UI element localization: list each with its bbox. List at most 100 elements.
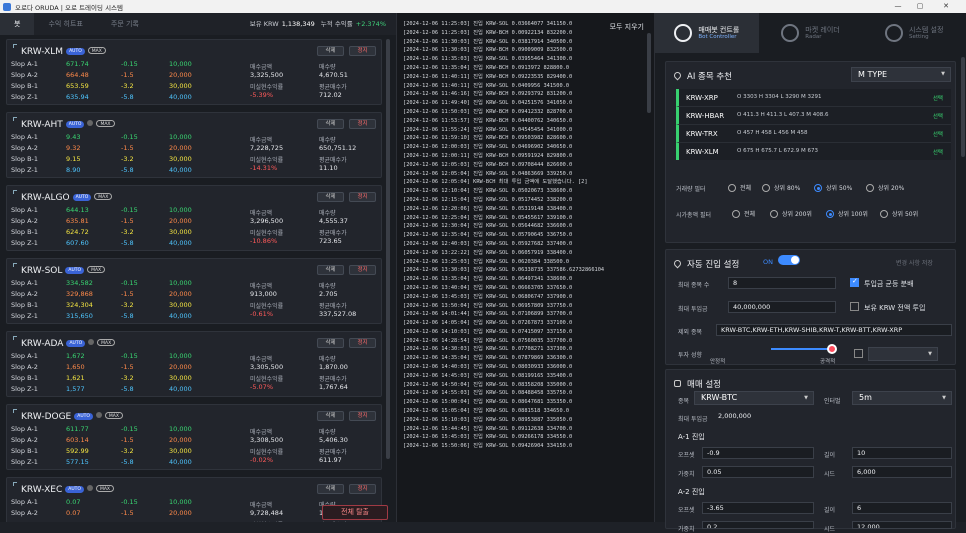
recommend-row[interactable]: KRW-HBAR O 411.3 H 411.3 L 407.3 M 408.6 선… xyxy=(676,107,951,125)
delete-button[interactable]: 삭제 xyxy=(317,484,344,494)
a1-seed-input[interactable]: 6,000 xyxy=(852,466,952,478)
recommend-row[interactable]: KRW-XRP O 3303 H 3304 L 3290 M 3291 선택 xyxy=(676,89,951,107)
filter-radio[interactable]: 상위 100위 xyxy=(826,209,868,218)
app-icon xyxy=(3,2,11,11)
tab-bot[interactable]: 봇 xyxy=(0,13,35,35)
tab-bot-controller[interactable]: 매매봇 컨트롤 Bot Controller xyxy=(655,13,759,53)
log-line: [2024-12-06 12:00:03] 진입 KRW-SOL 0.04696… xyxy=(403,144,573,151)
a2-seed-input[interactable]: 12,000 xyxy=(852,521,952,529)
filter-radio[interactable]: 전체 xyxy=(732,209,755,218)
recommend-row[interactable]: KRW-TRX O 457 H 458 L 456 M 458 선택 xyxy=(676,125,951,143)
a2-offset-input[interactable]: -3.65 xyxy=(702,502,814,514)
slop-amount: 10,000 xyxy=(169,133,192,141)
delete-button[interactable]: 삭제 xyxy=(317,46,344,56)
tendency-label: 투자 성향 xyxy=(678,352,702,359)
sell-all-button[interactable]: 전체 탈출 xyxy=(322,505,388,520)
a2-entry-title: A-2 진입 xyxy=(678,488,705,496)
tab-order-history[interactable]: 주문 기록 xyxy=(97,13,153,35)
log-line: [2024-12-06 11:35:04] 진입 KRW-BCH 0.09139… xyxy=(403,64,570,71)
filter-radio[interactable]: 상위 50% xyxy=(814,183,852,192)
slop-pct: -1.5 xyxy=(121,290,134,298)
filter-radio[interactable]: 상위 200위 xyxy=(770,209,812,218)
marketcap-filter-label: 시가총액 필터 xyxy=(676,212,712,219)
slop-pct: -5.8 xyxy=(121,239,134,247)
cards-scrollbar[interactable] xyxy=(386,39,390,459)
card-symbol-text: KRW-SOL xyxy=(21,266,63,276)
filter-radio[interactable]: 상위 20% xyxy=(866,183,904,192)
avg-price-value: 11.10 xyxy=(319,164,338,172)
delete-button[interactable]: 삭제 xyxy=(317,411,344,421)
all-krw-checkbox[interactable] xyxy=(850,302,859,311)
select-link[interactable]: 선택 xyxy=(933,130,943,138)
select-link[interactable]: 선택 xyxy=(933,94,943,102)
all-krw-label: 보유 KRW 전액 투입 xyxy=(864,304,926,312)
even-split-checkbox[interactable] xyxy=(850,277,859,287)
log-scrollbar[interactable] xyxy=(647,33,651,113)
select-link[interactable]: 선택 xyxy=(933,148,943,156)
delete-button[interactable]: 삭제 xyxy=(317,338,344,348)
log-line: [2024-12-06 12:05:04] KRW-BCH 최대 투입 금액에 … xyxy=(403,179,588,186)
slop-row: Slop B-1 9.15 -3.2 30,000 xyxy=(11,155,251,165)
auto-badge: AUTO xyxy=(65,267,85,274)
tab-profit-heatmap[interactable]: 수익 히트표 xyxy=(34,13,96,35)
filter-radio[interactable]: 전체 xyxy=(728,183,751,192)
a1-offset-input[interactable]: -0.9 xyxy=(702,447,814,459)
buy-amount-value: 9,728,484 xyxy=(250,509,284,517)
control-scrollbar[interactable] xyxy=(961,57,965,157)
log-line: [2024-12-06 11:50:03] 진입 KRW-BCH 0.09412… xyxy=(403,108,573,115)
stop-button[interactable]: 정지 xyxy=(349,119,376,129)
filter-radio[interactable]: 상위 50위 xyxy=(880,209,918,218)
a1-length-input[interactable]: 10 xyxy=(852,447,952,459)
auto-entry-toggle[interactable] xyxy=(778,255,800,265)
stop-button[interactable]: 정지 xyxy=(349,411,376,421)
slop-pct: -3.2 xyxy=(121,374,134,382)
log-line: [2024-12-06 14:50:04] 진입 KRW-SOL 0.08358… xyxy=(403,381,573,388)
slop-amount: 30,000 xyxy=(169,301,192,309)
select-link[interactable]: 선택 xyxy=(933,112,943,120)
tab-setting[interactable]: 시스템 설정 Setting xyxy=(862,13,966,53)
save-changes-hint[interactable]: 변경 사항 저장 xyxy=(896,258,933,267)
ai-type-select[interactable]: M TYPE xyxy=(851,67,951,82)
buy-amount-label: 매수금액 xyxy=(250,429,273,436)
recommend-row[interactable]: KRW-XLM O 675 H 675.7 L 672.9 M 673 선택 xyxy=(676,143,951,160)
tab-radar[interactable]: 마켓 레이더 Radar xyxy=(759,13,863,53)
maximize-button[interactable]: ▢ xyxy=(910,0,930,13)
delete-button[interactable]: 삭제 xyxy=(317,119,344,129)
stop-button[interactable]: 정지 xyxy=(349,265,376,275)
slop-price: 1,650 xyxy=(66,363,85,371)
a2-length-input[interactable]: 6 xyxy=(852,502,952,514)
slop-pct: -0.15 xyxy=(121,425,138,433)
trade-max-invest-input[interactable]: 2,000,000 xyxy=(714,411,954,423)
profit-label: 누적 수익률 xyxy=(320,20,353,28)
card-symbol: KRW-ADA AUTO MAX xyxy=(21,339,116,349)
stop-button[interactable]: 정지 xyxy=(349,192,376,202)
symbol-select[interactable]: KRW-BTC xyxy=(694,391,814,405)
minimize-button[interactable]: — xyxy=(888,0,908,13)
tendency-slider[interactable] xyxy=(771,348,831,350)
stop-button[interactable]: 정지 xyxy=(349,484,376,494)
exclude-input[interactable]: KRW-BTC,KRW-ETH,KRW-SHIB,KRW-T,KRW-BTT,K… xyxy=(716,324,952,336)
filter-radio[interactable]: 상위 80% xyxy=(762,183,800,192)
tendency-checkbox[interactable] xyxy=(854,349,863,358)
a1-offset-label: 오프셋 xyxy=(678,452,695,459)
delete-button[interactable]: 삭제 xyxy=(317,265,344,275)
clear-log-button[interactable]: 모두 지우기 xyxy=(610,22,644,32)
slop-label: Slop A-1 xyxy=(11,279,38,287)
interval-select[interactable]: 5m xyxy=(852,391,952,405)
delete-button[interactable]: 삭제 xyxy=(317,192,344,202)
stop-button[interactable]: 정지 xyxy=(349,46,376,56)
max-coins-input[interactable]: 8 xyxy=(728,277,836,289)
slop-label: Slop A-2 xyxy=(11,71,38,79)
a1-weight-input[interactable]: 0.05 xyxy=(702,466,814,478)
radio-label: 상위 50위 xyxy=(892,211,919,218)
close-button[interactable]: ✕ xyxy=(936,0,956,13)
tendency-slider-handle[interactable] xyxy=(827,344,837,354)
max-invest-input[interactable]: 40,000,000 xyxy=(728,301,836,313)
a1-seed-label: 시드 xyxy=(824,471,836,478)
a2-weight-input[interactable]: 0.2 xyxy=(702,521,814,529)
slop-label: Slop Z-1 xyxy=(11,166,38,174)
tendency-select[interactable] xyxy=(868,347,938,361)
radio-icon xyxy=(770,210,778,218)
log-line: [2024-12-06 15:45:03] 진입 KRW-SOL 0.09266… xyxy=(403,434,573,441)
stop-button[interactable]: 정지 xyxy=(349,338,376,348)
